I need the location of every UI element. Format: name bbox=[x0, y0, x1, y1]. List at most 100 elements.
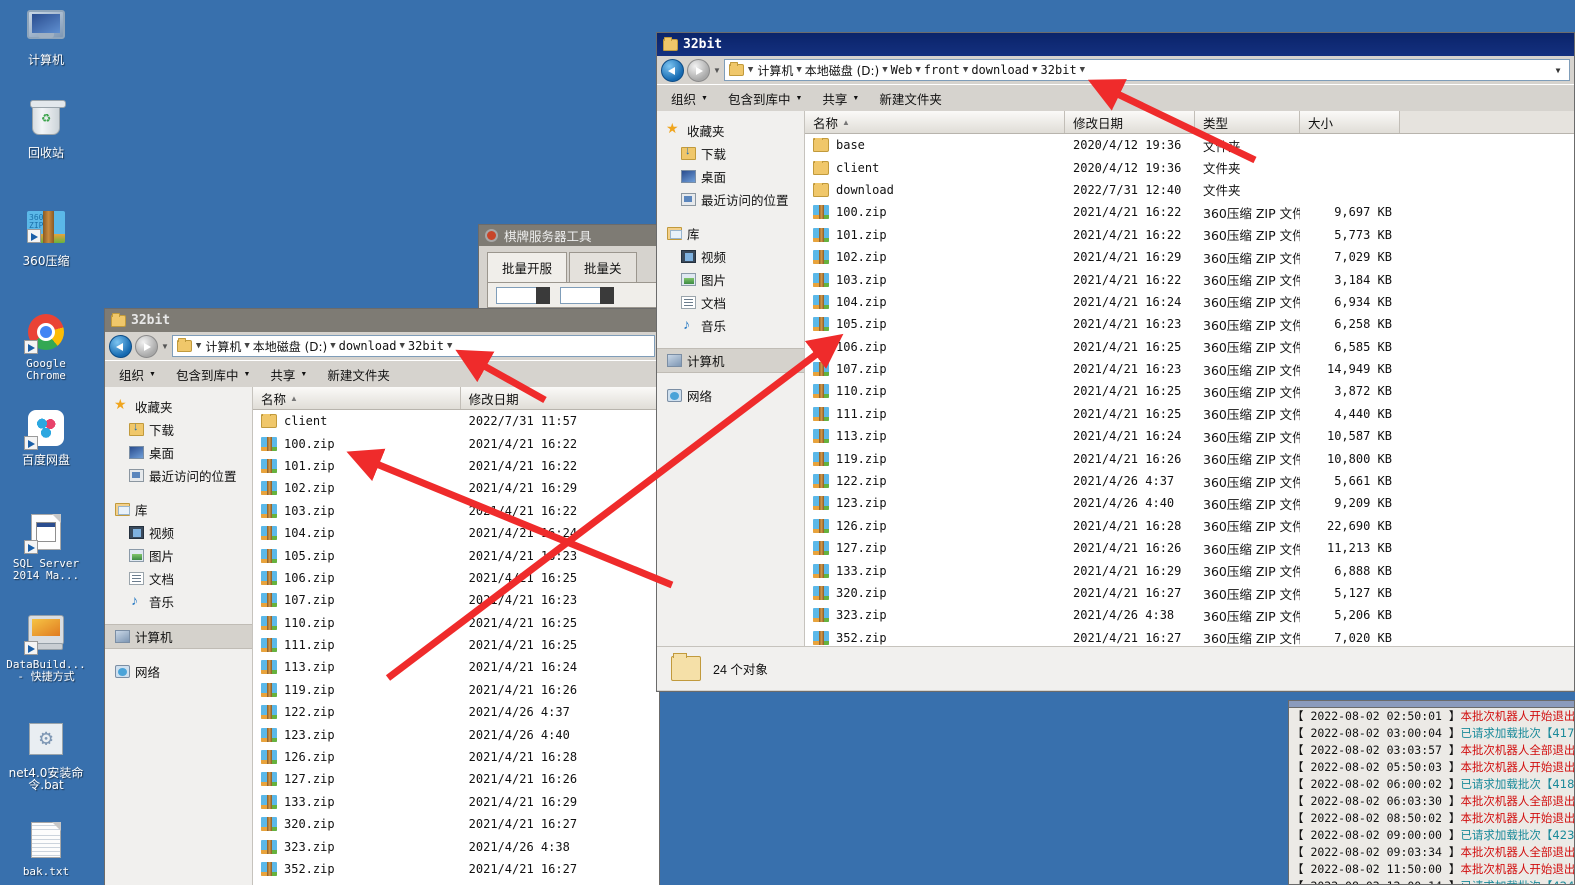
chevron-down-icon[interactable]: ▼ bbox=[398, 341, 405, 351]
nav-item-收藏夹[interactable]: 收藏夹 bbox=[105, 395, 252, 418]
nav-item-计算机[interactable]: 计算机 bbox=[105, 624, 252, 649]
file-list-pane[interactable]: 名称 ▲ 修改日期 client2022/7/31 11:57100.zip20… bbox=[253, 387, 659, 885]
table-row[interactable]: client2020/4/12 19:36文件夹 bbox=[805, 156, 1574, 178]
desktop-icon-360zip[interactable]: 360ZIP 360压缩 bbox=[4, 208, 88, 267]
table-row[interactable]: 123.zip2021/4/26 4:40 bbox=[253, 723, 659, 745]
nav-item-图片[interactable]: 图片 bbox=[105, 544, 252, 567]
back-button[interactable] bbox=[109, 335, 132, 358]
breadcrumb-segment[interactable]: 计算机 bbox=[205, 338, 241, 355]
explorer-window-front[interactable]: 32bit ▼ ▼ 计算机▼本地磁盘 (D:)▼download▼32bit▼ … bbox=[104, 308, 660, 885]
nav-item-最近访问的位置[interactable]: 最近访问的位置 bbox=[105, 464, 252, 487]
table-row[interactable]: 101.zip2021/4/21 16:22 bbox=[253, 455, 659, 477]
table-row[interactable]: 133.zip2021/4/21 16:29 bbox=[253, 791, 659, 813]
breadcrumb-address-field[interactable]: ▼ 计算机▼本地磁盘 (D:)▼download▼32bit▼ bbox=[172, 335, 655, 357]
breadcrumb-address-field[interactable]: ▼ 计算机▼本地磁盘 (D:)▼Web▼front▼download▼32bit… bbox=[724, 59, 1570, 81]
table-row[interactable]: 107.zip2021/4/21 16:23 bbox=[253, 589, 659, 611]
table-row[interactable]: 119.zip2021/4/21 16:26 bbox=[253, 679, 659, 701]
breadcrumb-segment[interactable]: 32bit bbox=[1041, 63, 1077, 77]
forward-button[interactable] bbox=[135, 335, 158, 358]
nav-item-网络[interactable]: 网络 bbox=[105, 660, 252, 683]
column-header-type[interactable]: 类型 bbox=[1195, 111, 1300, 133]
back-button[interactable] bbox=[661, 59, 684, 82]
table-row[interactable]: download2022/7/31 12:40文件夹 bbox=[805, 179, 1574, 201]
column-header-name[interactable]: 名称 ▲ bbox=[253, 387, 461, 409]
command-toolbar[interactable]: 组织▼ 包含到库中▼ 共享▼ 新建文件夹 bbox=[657, 84, 1574, 111]
breadcrumb-segment[interactable]: 本地磁盘 (D:) bbox=[253, 338, 327, 355]
breadcrumb[interactable]: 计算机▼本地磁盘 (D:)▼Web▼front▼download▼32bit▼ bbox=[757, 62, 1548, 79]
breadcrumb-segment[interactable]: 计算机 bbox=[757, 62, 793, 79]
table-row[interactable]: 126.zip2021/4/21 16:28360压缩 ZIP 文件22,690… bbox=[805, 515, 1574, 537]
table-row[interactable]: 126.zip2021/4/21 16:28 bbox=[253, 746, 659, 768]
table-row[interactable]: 133.zip2021/4/21 16:29360压缩 ZIP 文件6,888 … bbox=[805, 559, 1574, 581]
chevron-down-icon[interactable]: ▼ bbox=[446, 341, 453, 351]
explorer-window-back[interactable]: 32bit ▼ ▼ 计算机▼本地磁盘 (D:)▼Web▼front▼downlo… bbox=[656, 32, 1575, 692]
column-header-date[interactable]: 修改日期 bbox=[1065, 111, 1195, 133]
table-row[interactable]: 122.zip2021/4/26 4:37360压缩 ZIP 文件5,661 K… bbox=[805, 470, 1574, 492]
breadcrumb-segment[interactable]: Web bbox=[891, 63, 913, 77]
nav-item-网络[interactable]: 网络 bbox=[657, 384, 804, 407]
toolbar-share[interactable]: 共享▼ bbox=[812, 86, 869, 111]
spinner-field-1[interactable] bbox=[496, 287, 550, 304]
file-list-pane[interactable]: 名称 ▲ 修改日期 类型 大小 base2020/4/12 19:36文件夹cl… bbox=[805, 111, 1574, 646]
table-row[interactable]: 320.zip2021/4/21 16:27360压缩 ZIP 文件5,127 … bbox=[805, 582, 1574, 604]
table-row[interactable]: 105.zip2021/4/21 16:23 bbox=[253, 544, 659, 566]
tab-batch-open[interactable]: 批量开服 bbox=[487, 252, 567, 282]
table-row[interactable]: 101.zip2021/4/21 16:22360压缩 ZIP 文件5,773 … bbox=[805, 224, 1574, 246]
chevron-down-icon[interactable]: ▼ bbox=[881, 65, 888, 75]
table-row[interactable]: 111.zip2021/4/21 16:25360压缩 ZIP 文件4,440 … bbox=[805, 403, 1574, 425]
desktop-icon-computer[interactable]: 计算机 bbox=[4, 8, 88, 66]
nav-item-音乐[interactable]: 音乐 bbox=[105, 590, 252, 613]
table-row[interactable]: 102.zip2021/4/21 16:29 bbox=[253, 477, 659, 499]
table-row[interactable]: client2022/7/31 11:57 bbox=[253, 410, 659, 432]
nav-item-库[interactable]: 库 bbox=[105, 498, 252, 521]
table-row[interactable]: 320.zip2021/4/21 16:27 bbox=[253, 813, 659, 835]
table-row[interactable]: 106.zip2021/4/21 16:25 bbox=[253, 567, 659, 589]
navigation-pane[interactable]: 收藏夹下载桌面最近访问的位置库视频图片文档音乐计算机网络 bbox=[657, 111, 805, 646]
table-row[interactable]: 104.zip2021/4/21 16:24 bbox=[253, 522, 659, 544]
chevron-down-icon[interactable]: ▼ bbox=[914, 65, 921, 75]
table-row[interactable]: 110.zip2021/4/21 16:25360压缩 ZIP 文件3,872 … bbox=[805, 380, 1574, 402]
table-row[interactable]: 127.zip2021/4/21 16:26360压缩 ZIP 文件11,213… bbox=[805, 537, 1574, 559]
toolbar-new-folder[interactable]: 新建文件夹 bbox=[317, 362, 400, 387]
nav-item-收藏夹[interactable]: 收藏夹 bbox=[657, 119, 804, 142]
nav-item-下载[interactable]: 下载 bbox=[657, 142, 804, 165]
desktop-icon-sql-server[interactable]: SQL Server 2014 Ma... bbox=[4, 512, 88, 582]
breadcrumb-segment[interactable]: front bbox=[924, 63, 960, 77]
table-row[interactable]: 323.zip2021/4/26 4:38360压缩 ZIP 文件5,206 K… bbox=[805, 604, 1574, 626]
desktop-icon-databuild[interactable]: DataBuild... - 快捷方式 bbox=[4, 612, 88, 683]
table-row[interactable]: 122.zip2021/4/26 4:37 bbox=[253, 701, 659, 723]
table-row[interactable]: 113.zip2021/4/21 16:24360压缩 ZIP 文件10,587… bbox=[805, 425, 1574, 447]
chevron-down-icon[interactable]: ▼ bbox=[1079, 65, 1086, 75]
nav-item-文档[interactable]: 文档 bbox=[657, 291, 804, 314]
nav-item-桌面[interactable]: 桌面 bbox=[657, 165, 804, 188]
toolbar-organize[interactable]: 组织▼ bbox=[661, 86, 718, 111]
nav-item-文档[interactable]: 文档 bbox=[105, 567, 252, 590]
column-header-name[interactable]: 名称 ▲ bbox=[805, 111, 1065, 133]
desktop-icon-google-chrome[interactable]: Google Chrome bbox=[4, 312, 88, 382]
toolbar-include-in-library[interactable]: 包含到库中▼ bbox=[718, 86, 812, 111]
chevron-down-icon[interactable]: ▼ bbox=[747, 65, 754, 75]
nav-item-下载[interactable]: 下载 bbox=[105, 418, 252, 441]
breadcrumb-segment[interactable]: download bbox=[971, 63, 1029, 77]
navigation-pane[interactable]: 收藏夹下载桌面最近访问的位置库视频图片文档音乐计算机网络 bbox=[105, 387, 253, 885]
address-bar[interactable]: ▼ ▼ 计算机▼本地磁盘 (D:)▼Web▼front▼download▼32b… bbox=[657, 56, 1574, 84]
table-row[interactable]: 113.zip2021/4/21 16:24 bbox=[253, 656, 659, 678]
robot-log-panel[interactable]: 【 2022-08-02 02:50:01 】本批次机器人开始退出,【 2022… bbox=[1288, 700, 1575, 885]
nav-item-图片[interactable]: 图片 bbox=[657, 268, 804, 291]
nav-item-计算机[interactable]: 计算机 bbox=[657, 348, 804, 373]
column-header-size[interactable]: 大小 bbox=[1300, 111, 1400, 133]
table-row[interactable]: 127.zip2021/4/21 16:26 bbox=[253, 768, 659, 790]
desktop-icon-net4-bat[interactable]: net4.0安装命 令.bat bbox=[4, 720, 88, 791]
chevron-down-icon[interactable]: ▼ bbox=[1031, 65, 1038, 75]
breadcrumb-segment[interactable]: download bbox=[339, 339, 397, 353]
table-row[interactable]: 111.zip2021/4/21 16:25 bbox=[253, 634, 659, 656]
table-row[interactable]: 105.zip2021/4/21 16:23360压缩 ZIP 文件6,258 … bbox=[805, 313, 1574, 335]
table-row[interactable]: 100.zip2021/4/21 16:22360压缩 ZIP 文件9,697 … bbox=[805, 201, 1574, 223]
toolbar-organize[interactable]: 组织▼ bbox=[109, 362, 166, 387]
table-row[interactable]: 352.zip2021/4/21 16:27 bbox=[253, 858, 659, 880]
address-dropdown-icon[interactable]: ▼ bbox=[1551, 66, 1565, 75]
table-row[interactable]: 104.zip2021/4/21 16:24360压缩 ZIP 文件6,934 … bbox=[805, 291, 1574, 313]
table-row[interactable]: 110.zip2021/4/21 16:25 bbox=[253, 612, 659, 634]
desktop-icon-bak-txt[interactable]: bak.txt bbox=[4, 820, 88, 878]
toolbar-new-folder[interactable]: 新建文件夹 bbox=[869, 86, 952, 111]
